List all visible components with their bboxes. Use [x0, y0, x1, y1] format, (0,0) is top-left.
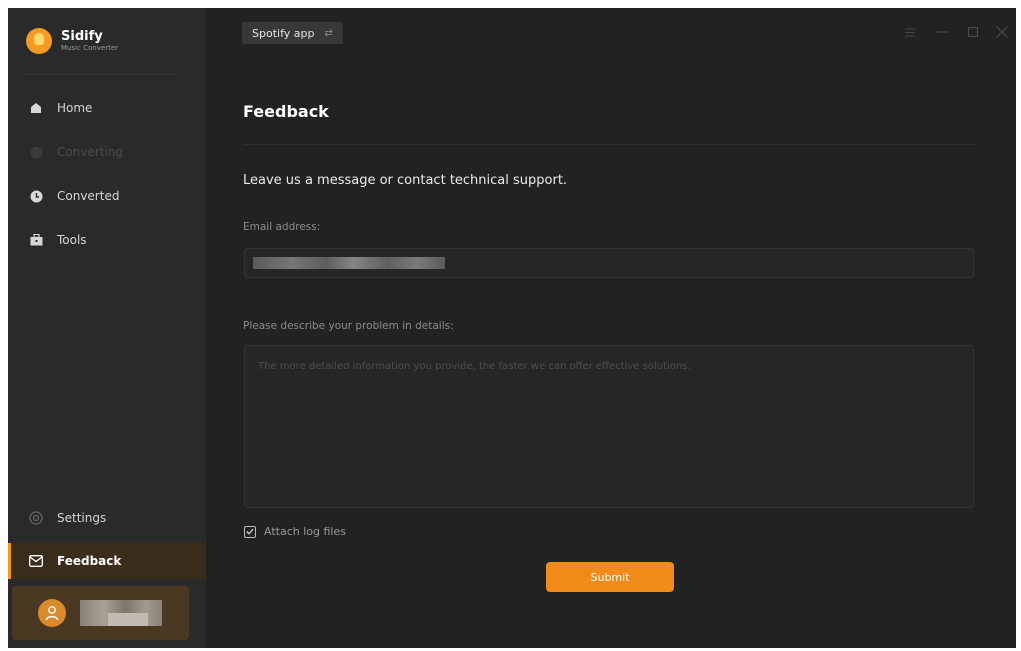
email-label: Email address: — [243, 221, 321, 233]
minimize-icon[interactable] — [933, 22, 953, 42]
sidebar-item-label: Converted — [57, 189, 120, 203]
source-switch-button[interactable]: Spotify app ⇄ — [242, 22, 343, 44]
sidebar-item-converted[interactable]: Converted — [8, 178, 206, 214]
user-account-card[interactable] — [12, 586, 189, 640]
gear-icon — [29, 511, 43, 525]
app-logo: Sidify Music Converter — [26, 28, 118, 54]
description-textarea[interactable]: The more detailed information you provid… — [244, 345, 974, 508]
menu-icon[interactable] — [900, 22, 920, 42]
home-icon — [29, 101, 43, 115]
email-field[interactable] — [244, 248, 974, 278]
clock-icon — [29, 189, 43, 203]
sidebar-item-tools[interactable]: Tools — [8, 222, 206, 258]
attach-log-checkbox[interactable] — [244, 525, 256, 538]
description-placeholder: The more detailed information you provid… — [258, 361, 691, 372]
attach-log-option[interactable]: Attach log files — [244, 525, 346, 538]
toolbox-icon — [29, 233, 43, 247]
attach-log-label: Attach log files — [264, 525, 346, 538]
sidebar-item-settings[interactable]: Settings — [8, 500, 206, 536]
sidebar-item-converting[interactable]: Converting — [8, 134, 206, 170]
redacted-username — [80, 600, 162, 626]
sidebar-item-label: Home — [57, 101, 93, 115]
source-label: Spotify app — [252, 26, 315, 40]
main-content: Spotify app ⇄ Feedback Leave us a messag… — [206, 8, 1016, 648]
avatar — [38, 599, 66, 627]
sidebar-item-label: Tools — [57, 233, 87, 247]
description-label: Please describe your problem in details: — [243, 320, 454, 332]
sidebar-item-label: Settings — [57, 511, 107, 525]
maximize-icon[interactable] — [963, 22, 983, 42]
sidify-logo-icon — [26, 28, 52, 54]
sidebar-item-label: Feedback — [57, 554, 122, 568]
mail-icon — [29, 554, 43, 568]
swap-icon: ⇄ — [324, 27, 333, 39]
close-icon[interactable] — [992, 22, 1012, 42]
app-subtitle: Music Converter — [61, 44, 119, 52]
user-icon — [45, 606, 59, 621]
sidebar-item-label: Converting — [57, 145, 124, 159]
sidebar-divider — [24, 74, 176, 75]
sidebar-item-home[interactable]: Home — [8, 90, 206, 126]
redacted-email-value — [253, 257, 445, 269]
page-subtitle: Leave us a message or contact technical … — [243, 173, 568, 188]
converting-icon — [29, 145, 43, 159]
sidebar-item-feedback[interactable]: Feedback — [8, 543, 206, 579]
submit-button[interactable]: Submit — [546, 562, 674, 592]
app-name: Sidify — [61, 29, 103, 44]
app-window: Sidify Music Converter Home Converting C… — [8, 8, 1016, 648]
sidebar: Sidify Music Converter Home Converting C… — [8, 8, 206, 648]
checkmark-icon — [246, 528, 254, 535]
title-divider — [243, 144, 976, 145]
page-title: Feedback — [243, 102, 329, 121]
